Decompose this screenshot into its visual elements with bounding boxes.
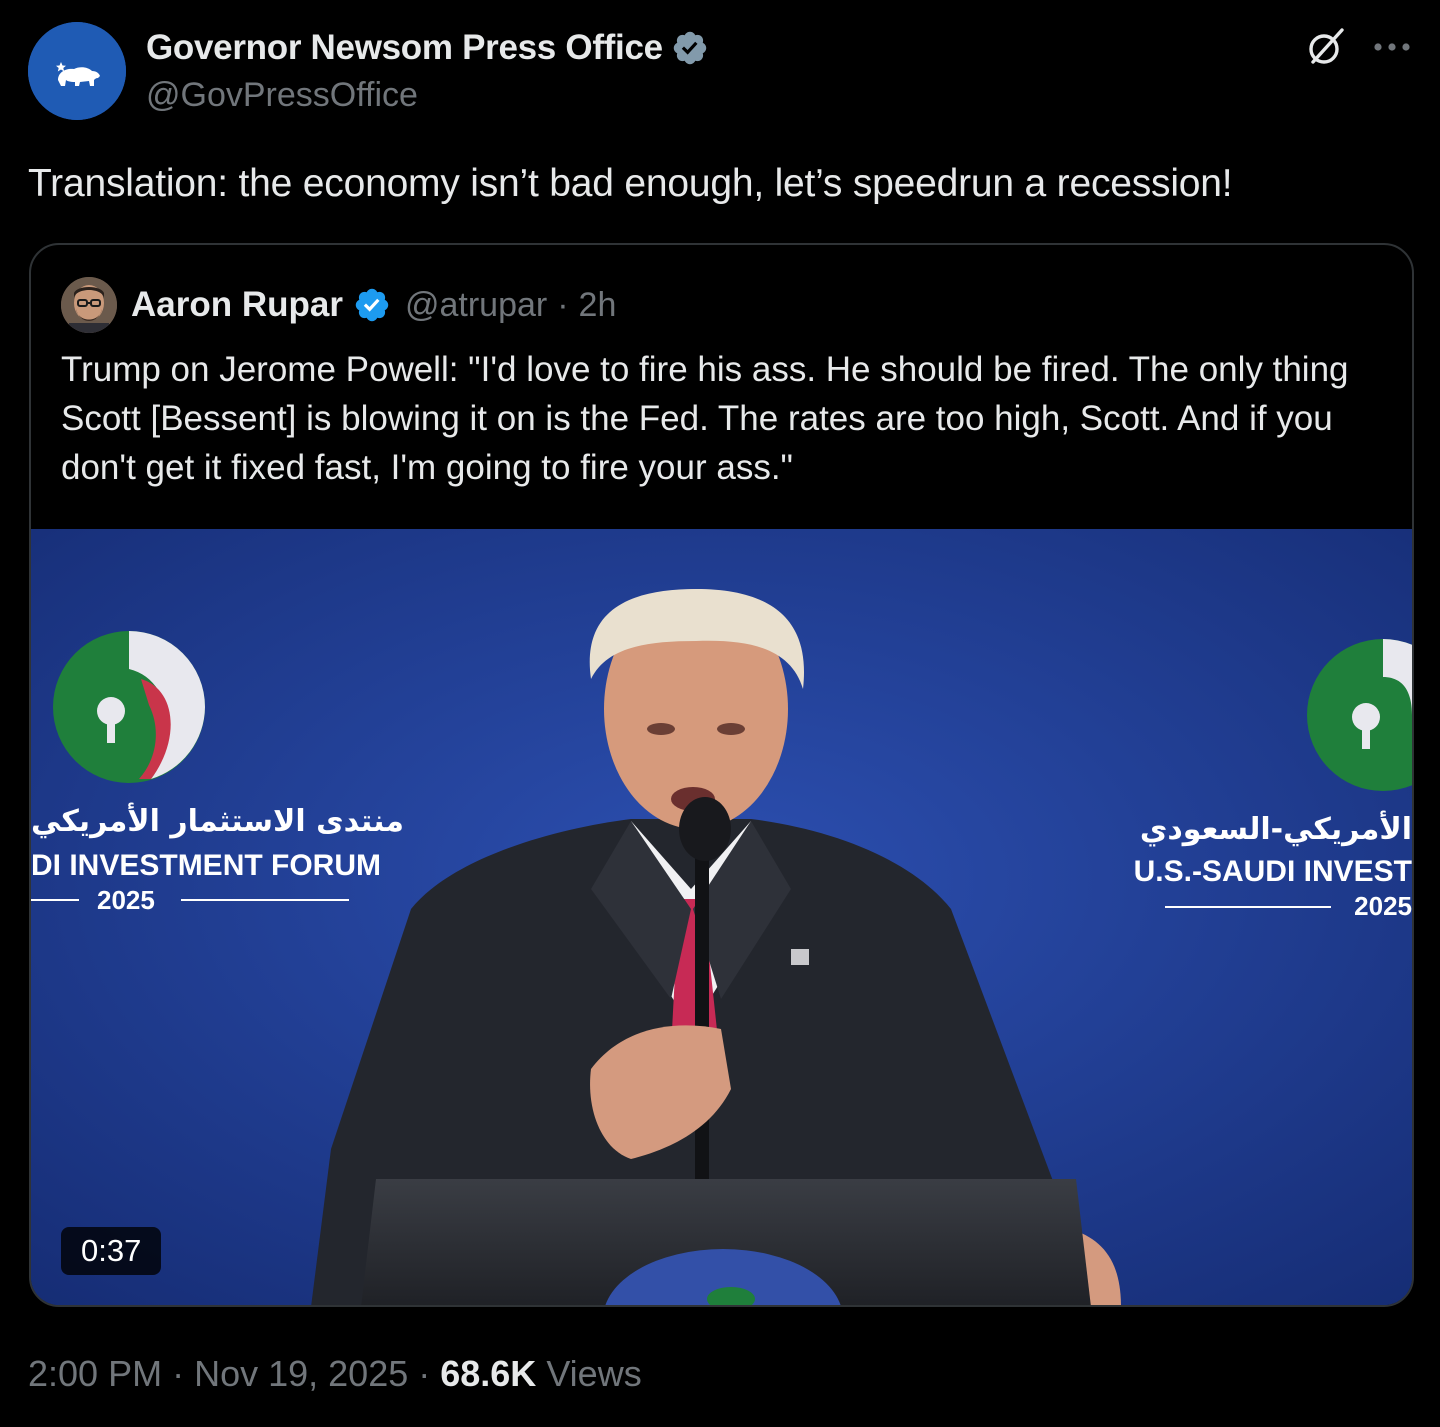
backdrop-left-arabic: منتدى الاستثمار الأمريكي [31, 802, 404, 839]
author-display-name[interactable]: Governor Newsom Press Office [146, 28, 663, 68]
tweet-meta: 2:00 PM · Nov 19, 2025 · 68.6K Views [28, 1350, 642, 1398]
quoted-tweet-header: Aaron Rupar @atrupar · 2h [61, 275, 616, 335]
quoted-tweet-time[interactable]: 2h [579, 286, 617, 325]
quoted-author-avatar[interactable] [61, 277, 117, 333]
quoted-tweet-text: Trump on Jerome Powell: "I'd love to fir… [61, 350, 1349, 487]
quoted-author-handle[interactable]: @atrupar [405, 286, 547, 325]
more-options-icon[interactable] [1372, 30, 1412, 64]
meta-separator: · [172, 1353, 185, 1394]
tweet-text: Translation: the economy isn’t bad enoug… [28, 162, 1233, 205]
california-bear-icon [28, 22, 126, 120]
author-avatar[interactable] [28, 22, 126, 120]
backdrop-left-year: 2025 [97, 885, 155, 915]
quoted-tweet-card[interactable]: Aaron Rupar @atrupar · 2h Trump on Jerom… [29, 243, 1414, 1307]
separator-dot: · [557, 285, 569, 324]
video-frame: منتدى الاستثمار الأمريكي DI INVESTMENT F… [31, 529, 1412, 1305]
views-label: Views [546, 1353, 642, 1394]
backdrop-right-arabic: الأمريكي-السعودي [1140, 810, 1412, 847]
gray-verified-badge-icon[interactable] [671, 29, 709, 67]
video-duration-badge: 0:37 [61, 1227, 162, 1275]
blue-verified-badge-icon[interactable] [353, 286, 391, 324]
author-name-row: Governor Newsom Press Office [146, 26, 709, 70]
backdrop-left-english: DI INVESTMENT FORUM [31, 849, 381, 882]
post-date[interactable]: Nov 19, 2025 [194, 1353, 408, 1395]
meta-separator: · [418, 1353, 431, 1394]
grok-icon[interactable] [1304, 26, 1346, 68]
backdrop-right-english: U.S.-SAUDI INVEST [1134, 855, 1412, 888]
tweet: Governor Newsom Press Office @GovPressOf… [0, 0, 1440, 1427]
backdrop-right-year: 2025 [1354, 891, 1412, 921]
post-time[interactable]: 2:00 PM [28, 1353, 162, 1395]
video-player[interactable]: منتدى الاستثمار الأمريكي DI INVESTMENT F… [31, 529, 1412, 1305]
quoted-author-name[interactable]: Aaron Rupar [131, 285, 343, 325]
views-count[interactable]: 68.6K [440, 1353, 536, 1395]
author-handle[interactable]: @GovPressOffice [146, 76, 418, 115]
forum-logo-left [53, 631, 205, 783]
